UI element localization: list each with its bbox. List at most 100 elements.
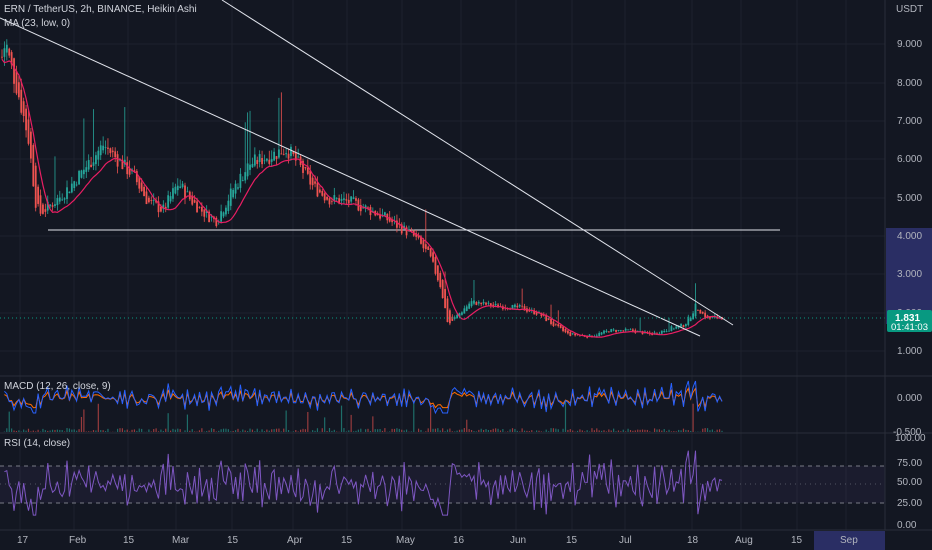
macd-bar [153,429,155,432]
macd-bar [711,429,713,432]
time-label: Feb [69,535,87,546]
macd-bar [716,429,718,432]
candle-body [90,164,92,168]
macd-bar [600,430,603,432]
candle-body [290,146,292,157]
macd-bar [83,409,85,432]
candle-body [268,159,271,164]
macd-bar [51,429,54,432]
symbol-title[interactable]: ERN / TetherUS, 2h, BINANCE, Heikin Ashi [4,4,197,15]
candle-body [73,181,76,189]
macd-bar [299,429,302,432]
candle-body [237,187,239,189]
macd-bar [586,430,588,432]
candle-body [557,324,560,327]
macd-bar [256,428,258,432]
macd-bar [328,428,331,432]
macd-bar [709,430,711,432]
candle-body [610,329,613,332]
macd-bar [15,430,18,432]
candle-body [487,302,490,304]
macd-bar [280,431,282,432]
candle-body [116,154,119,167]
macd-bar [71,429,73,432]
macd-bar [608,429,610,432]
macd-bar [379,428,381,432]
candle-body [470,301,473,307]
candle-body [249,164,251,170]
macd-bar [234,430,237,432]
macd-bar [340,405,343,432]
candle-body [444,288,446,309]
candle-body [56,198,59,206]
candle-body [309,170,312,185]
macd-bar [54,429,56,432]
macd-bar [526,430,528,432]
macd-bar [37,429,39,432]
candle-body [181,183,184,188]
candle-body [34,165,37,208]
macd-bar [73,429,75,432]
macd-bar [271,429,273,432]
candle-body [25,108,27,131]
macd-bar [47,430,49,432]
candle-body [68,191,71,194]
macd-bar [13,430,15,432]
price-tick: 1.000 [897,346,922,357]
candle-body [314,181,316,184]
macd-bar [613,428,615,432]
macd-bar [133,429,136,432]
candle-body [239,173,242,188]
macd-bar [220,429,222,432]
macd-bar [32,430,34,432]
candle-body [670,326,673,332]
macd-legend[interactable]: MACD (12, 26, close, 9) [4,381,111,392]
candle-body [624,328,627,331]
macd-bar [389,431,391,432]
macd-bar [714,431,716,432]
candle-body [278,149,280,158]
candle-body [566,330,569,334]
time-label: 15 [566,535,578,546]
candle-body [229,188,232,206]
candle-body [220,211,223,222]
macd-bar [555,428,557,432]
macd-bar [487,430,490,432]
macd-bar [627,428,629,432]
macd-bar [538,430,540,432]
macd-bar [285,410,287,432]
macd-bar [88,431,90,432]
macd-bar [119,428,121,432]
macd-bar [126,429,128,432]
macd-bar [242,429,244,432]
macd-bar [446,429,449,432]
candle-body [225,207,227,215]
macd-bar [249,428,251,432]
candle-body [203,209,206,217]
ma-legend[interactable]: MA (23, low, 0) [4,18,70,29]
macd-bar [179,429,181,432]
price-tick: 8.000 [897,78,922,89]
candle-body [39,195,42,214]
macd-bar [430,403,432,432]
macd-bar [603,430,605,432]
candle-body [343,198,345,200]
candle-body [665,330,668,332]
macd-bar [316,428,319,432]
candle-body [102,145,105,151]
candle-body [668,330,670,332]
time-label: 16 [453,535,465,546]
macd-bar [557,429,559,432]
macd-bar [548,431,550,432]
time-label: 15 [227,535,239,546]
rsi-legend[interactable]: RSI (14, close) [4,438,70,449]
candle-body [550,318,552,325]
candle-body [270,159,273,162]
macd-bar [343,428,345,432]
candle-body [465,306,468,311]
macd-bar [690,430,692,432]
macd-bar [230,431,232,432]
macd-bar [617,430,620,432]
macd-bar [261,429,263,432]
macd-bar [531,430,533,432]
